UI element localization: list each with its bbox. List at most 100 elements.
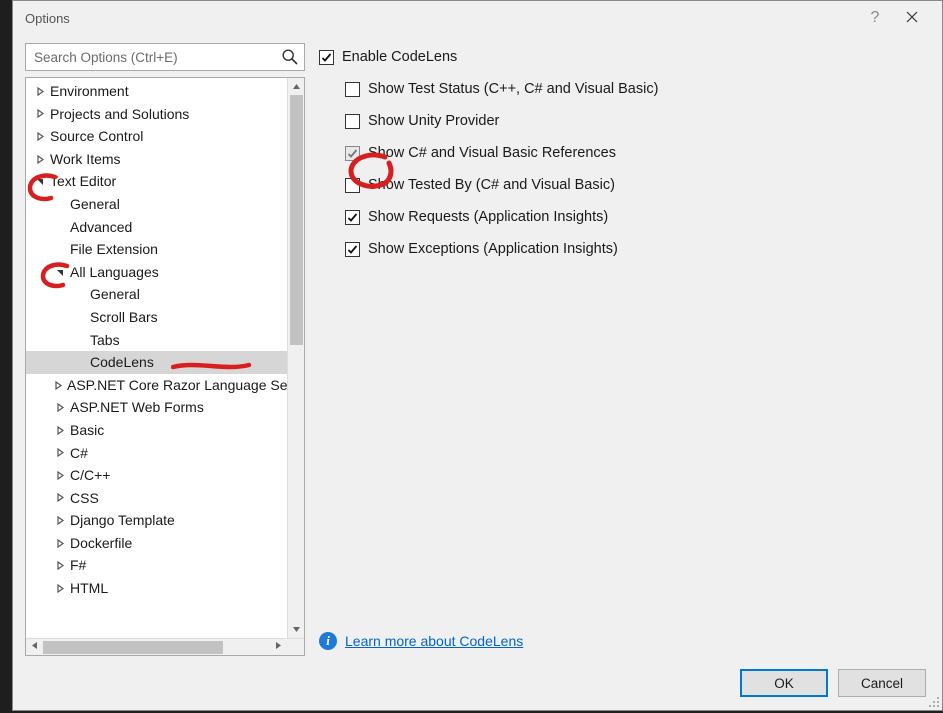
tree-item-label: All Languages [70,261,159,284]
tree-item-label: Projects and Solutions [50,103,189,126]
tree-item[interactable]: F# [26,554,304,577]
tree-item-label: Django Template [70,509,175,532]
option-checkbox[interactable] [345,178,360,193]
tree-item[interactable]: Basic [26,419,304,442]
enable-codelens-checkbox[interactable] [319,50,334,65]
tree-item-label: General [90,283,140,306]
tree-item[interactable]: General [26,193,304,216]
close-icon [906,11,918,23]
tree-item-label: Tabs [90,329,120,352]
option-checkbox[interactable] [345,210,360,225]
option-label: Show Requests (Application Insights) [368,209,608,225]
checkmark-icon [321,52,332,63]
option-row[interactable]: Show C# and Visual Basic References [319,139,930,167]
expander-closed-icon[interactable] [54,426,66,435]
tree-item[interactable]: Work Items [26,148,304,171]
tree-item[interactable]: Source Control [26,125,304,148]
tree-item-label: Basic [70,419,104,442]
tree-item[interactable]: General [26,283,304,306]
tree-item[interactable]: ASP.NET Core Razor Language Service [26,374,304,397]
expander-closed-icon[interactable] [34,109,46,118]
option-checkbox[interactable] [345,242,360,257]
scroll-up-icon[interactable] [288,78,304,95]
ok-button[interactable]: OK [740,669,828,697]
option-label: Show Tested By (C# and Visual Basic) [368,177,615,193]
right-panel: Enable CodeLens Show Test Status (C++, C… [319,43,930,656]
tree-item[interactable]: All Languages [26,261,304,284]
tree-item-label: C# [70,442,88,465]
tree-vertical-scrollbar[interactable] [287,78,304,638]
tree-item-label: Scroll Bars [90,306,158,329]
option-label: Show C# and Visual Basic References [368,145,616,161]
tree-item-label: CodeLens [90,351,154,374]
tree-item-label: Work Items [50,148,121,171]
option-checkbox[interactable] [345,82,360,97]
options-dialog: Options ? Enviro [12,0,943,711]
tree-item[interactable]: Projects and Solutions [26,103,304,126]
option-label: Show Exceptions (Application Insights) [368,241,618,257]
tree-item[interactable]: Environment [26,80,304,103]
tree-horizontal-scrollbar[interactable] [26,638,304,655]
expander-closed-icon[interactable] [34,155,46,164]
expander-closed-icon[interactable] [54,403,66,412]
tree-item-label: General [70,193,120,216]
option-checkbox[interactable] [345,114,360,129]
option-checkbox [345,146,360,161]
expander-closed-icon[interactable] [54,584,66,593]
tree-item[interactable]: Advanced [26,216,304,239]
left-panel: EnvironmentProjects and SolutionsSource … [25,43,305,656]
tree-item[interactable]: C# [26,442,304,465]
expander-closed-icon[interactable] [34,87,46,96]
tree-item[interactable]: Tabs [26,329,304,352]
expander-closed-icon[interactable] [54,516,66,525]
scroll-thumb[interactable] [290,95,303,345]
search-icon [281,48,299,66]
close-button[interactable] [890,10,934,26]
titlebar: Options ? [13,1,942,35]
hscroll-thumb[interactable] [43,641,223,654]
resize-grip[interactable] [926,694,940,708]
expander-closed-icon[interactable] [54,561,66,570]
expander-closed-icon[interactable] [34,132,46,141]
tree-item[interactable]: Dockerfile [26,532,304,555]
tree-item[interactable]: C/C++ [26,464,304,487]
expander-open-icon[interactable] [34,177,46,186]
options-tree: EnvironmentProjects and SolutionsSource … [25,77,305,656]
expander-closed-icon[interactable] [54,381,63,390]
tree-item[interactable]: Django Template [26,509,304,532]
tree-item-label: ASP.NET Web Forms [70,396,204,419]
option-label: Show Unity Provider [368,113,499,129]
tree-item[interactable]: File Extension [26,238,304,261]
scroll-left-icon[interactable] [26,641,43,653]
tree-item[interactable]: CodeLens [26,351,304,374]
expander-closed-icon[interactable] [54,471,66,480]
search-input[interactable] [25,43,305,71]
tree-item-label: Advanced [70,216,132,239]
tree-item-label: File Extension [70,238,158,261]
window-title: Options [21,11,70,26]
option-row[interactable]: Show Exceptions (Application Insights) [319,235,930,263]
tree-item-label: Environment [50,80,129,103]
tree-item[interactable]: CSS [26,487,304,510]
tree-item-label: CSS [70,487,99,510]
expander-open-icon[interactable] [54,268,66,277]
option-row[interactable]: Show Tested By (C# and Visual Basic) [319,171,930,199]
expander-closed-icon[interactable] [54,539,66,548]
tree-item[interactable]: HTML [26,577,304,600]
tree-item-label: Source Control [50,125,143,148]
option-row[interactable]: Show Requests (Application Insights) [319,203,930,231]
scroll-right-icon[interactable] [270,641,287,653]
option-row[interactable]: Show Test Status (C++, C# and Visual Bas… [319,75,930,103]
expander-closed-icon[interactable] [54,493,66,502]
dialog-footer: OK Cancel [13,656,942,710]
expander-closed-icon[interactable] [54,448,66,457]
option-row[interactable]: Show Unity Provider [319,107,930,135]
tree-item[interactable]: ASP.NET Web Forms [26,396,304,419]
learn-more-link[interactable]: Learn more about CodeLens [345,633,523,649]
tree-item[interactable]: Scroll Bars [26,306,304,329]
tree-item[interactable]: Text Editor [26,170,304,193]
help-button[interactable]: ? [860,9,890,27]
scroll-down-icon[interactable] [288,621,304,638]
enable-codelens-row[interactable]: Enable CodeLens [319,43,930,71]
cancel-button[interactable]: Cancel [838,669,926,697]
